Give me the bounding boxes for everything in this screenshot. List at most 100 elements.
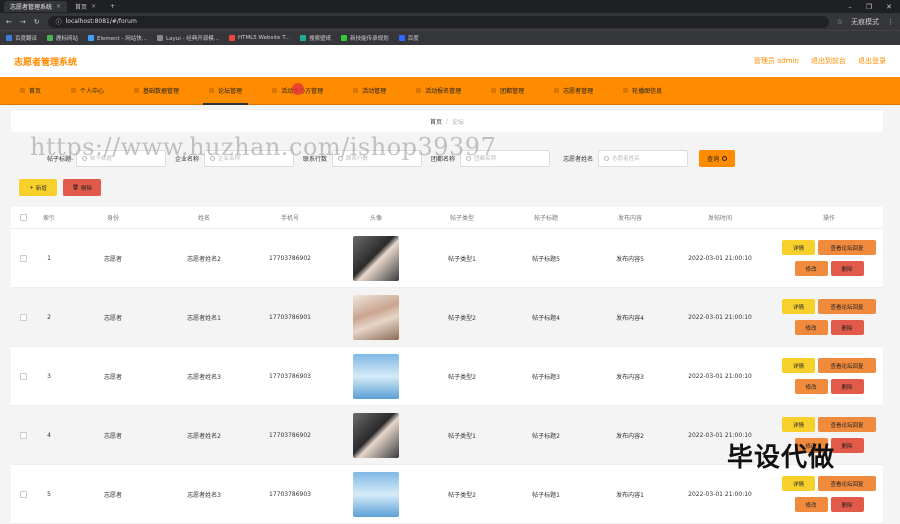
browser-tab-active[interactable]: 志愿者管理系统 ✕	[4, 1, 68, 12]
nav-item-forum[interactable]: 论坛管理	[197, 77, 254, 105]
delete-button[interactable]: 删除	[830, 497, 864, 512]
edit-button[interactable]: 修改	[794, 320, 828, 335]
home-icon	[20, 88, 25, 93]
bookmark[interactable]: 搜索壁纸	[300, 34, 331, 42]
menu-icon[interactable]: ⋮	[887, 18, 894, 26]
detail-button[interactable]: 详情	[782, 417, 815, 432]
bookmark[interactable]: HTML5 Website T...	[228, 35, 290, 41]
nav-item-profile[interactable]: 个人中心	[59, 77, 116, 105]
close-icon[interactable]: ✕	[91, 3, 96, 10]
cell-index: 2	[47, 313, 51, 321]
bookmark[interactable]: 鹿标网站	[47, 34, 78, 42]
delete-button[interactable]: 删除	[830, 438, 864, 453]
view-replies-button[interactable]: 查看论坛回复	[818, 299, 876, 314]
detail-button[interactable]: 详情	[782, 240, 815, 255]
bookmark[interactable]: 新技能传承规划	[341, 34, 389, 42]
nav-item-basic-data[interactable]: 基础数据管理	[122, 77, 191, 105]
cell-title: 帖子标题4	[532, 314, 560, 322]
column-header: 发布内容	[617, 215, 642, 222]
view-replies-button[interactable]: 查看论坛回复	[818, 476, 876, 491]
avatar[interactable]	[353, 412, 399, 458]
browser-tab[interactable]: 首页 ✕	[69, 1, 102, 12]
cell-avatar	[335, 294, 417, 340]
maximize-icon[interactable]: ❐	[866, 3, 872, 11]
delete-button[interactable]: 删除	[830, 261, 864, 276]
filter-label: 志愿者姓名	[563, 155, 594, 163]
carousel-icon	[623, 88, 629, 93]
edit-button[interactable]: 修改	[794, 497, 828, 512]
cell-type: 帖子类型2	[448, 373, 476, 381]
nav-item-signup[interactable]: 活动报名管理	[404, 77, 473, 105]
bookmark[interactable]: 百度	[398, 34, 419, 42]
detail-button[interactable]: 详情	[782, 476, 815, 491]
bookmark[interactable]: Element - 网站快...	[88, 34, 147, 42]
delete-button[interactable]: 删除	[830, 320, 864, 335]
delete-button[interactable]: 删除	[830, 379, 864, 394]
search-button[interactable]: 查询	[699, 149, 736, 167]
table-body: 1 志愿者 志愿者姓名2 17703786902 帖子类型1 帖子标题5 发布内容5 2022…	[11, 229, 883, 524]
volunteer-icon	[554, 88, 560, 93]
add-button[interactable]: + 新增	[19, 179, 57, 196]
minimize-icon[interactable]: –	[848, 3, 852, 11]
logout-link[interactable]: 退出登录	[858, 56, 886, 66]
reload-icon[interactable]: ↻	[34, 18, 40, 26]
batch-delete-button[interactable]: 🗑 删除	[63, 179, 101, 196]
view-replies-button[interactable]: 查看论坛回复	[818, 358, 876, 373]
cell-time: 2022-03-01 21:00:10	[688, 313, 752, 321]
nav-item-carousel[interactable]: 轮播图信息	[611, 77, 674, 105]
nav-item-volunteer[interactable]: 志愿者管理	[542, 77, 605, 105]
row-checkbox[interactable]	[11, 372, 35, 380]
cell-avatar	[335, 412, 417, 458]
edit-button[interactable]: 修改	[794, 261, 828, 276]
cell-title: 帖子标题2	[532, 432, 560, 440]
row-checkbox[interactable]	[11, 431, 35, 439]
view-replies-button[interactable]: 查看论坛回复	[818, 240, 876, 255]
forward-icon[interactable]: →	[20, 18, 26, 26]
back-icon[interactable]: ←	[6, 18, 12, 26]
column-header: 头像	[369, 215, 382, 222]
avatar[interactable]	[353, 353, 399, 399]
admin-user-link[interactable]: 管理员 admin	[754, 56, 799, 66]
close-window-icon[interactable]: ✕	[886, 3, 892, 11]
ops-line: 详情 查看论坛回复	[782, 476, 876, 491]
breadcrumb-home[interactable]: 首页	[430, 117, 442, 126]
nav-item-activity[interactable]: 活动管理	[341, 77, 398, 105]
front-link[interactable]: 退出到前台	[811, 56, 846, 66]
nav-item-team[interactable]: 团都管理	[479, 77, 536, 105]
avatar[interactable]	[353, 294, 399, 340]
cell-type: 帖子类型1	[448, 432, 476, 440]
cell-avatar	[335, 235, 417, 281]
column-header: 操作	[822, 215, 835, 222]
edit-button[interactable]: 修改	[794, 379, 828, 394]
avatar[interactable]	[353, 471, 399, 517]
view-replies-button[interactable]: 查看论坛回复	[818, 417, 876, 432]
select-all-checkbox[interactable]	[11, 214, 35, 221]
star-icon[interactable]: ☆	[837, 18, 843, 26]
table-row: 1 志愿者 志愿者姓名2 17703786902 帖子类型1 帖子标题5 发布内容5 2022…	[11, 229, 883, 288]
table-row: 3 志愿者 志愿者姓名3 17703786903 帖子类型2 帖子标题3 发布内容3 2022…	[11, 347, 883, 406]
volunteer-search-input[interactable]: 志愿者姓名	[598, 149, 689, 167]
detail-button[interactable]: 详情	[782, 299, 815, 314]
breadcrumb: 首页 / 论坛	[11, 110, 883, 132]
tab-label: 志愿者管理系统	[10, 4, 53, 11]
close-icon[interactable]: ✕	[56, 3, 61, 10]
ops-line: 修改 删除	[794, 320, 864, 335]
bookmark[interactable]: 百度翻译	[6, 34, 37, 42]
cell-role: 志愿者	[103, 255, 122, 263]
ops-line: 修改 删除	[794, 497, 864, 512]
column-header: 帖子类型	[449, 215, 474, 222]
address-bar[interactable]: ⓘ localhost:8081/#/forum	[47, 15, 829, 28]
row-checkbox[interactable]	[11, 254, 35, 262]
row-checkbox[interactable]	[11, 490, 35, 498]
avatar[interactable]	[353, 235, 399, 281]
checkbox-box	[19, 214, 27, 221]
row-checkbox[interactable]	[11, 313, 35, 321]
new-tab-icon[interactable]: +	[104, 1, 121, 12]
detail-button[interactable]: 详情	[782, 358, 815, 373]
nav-item-home[interactable]: 首页	[8, 77, 53, 105]
checkbox-box	[19, 372, 27, 380]
app-header: 志愿者管理系统 管理员 admin 退出到前台 退出登录	[0, 45, 900, 77]
profile-badge[interactable]: 无痕模式	[851, 17, 879, 27]
bookmark[interactable]: Layui - 经典开源模...	[157, 34, 219, 42]
ops-line: 详情 查看论坛回复	[782, 358, 876, 373]
